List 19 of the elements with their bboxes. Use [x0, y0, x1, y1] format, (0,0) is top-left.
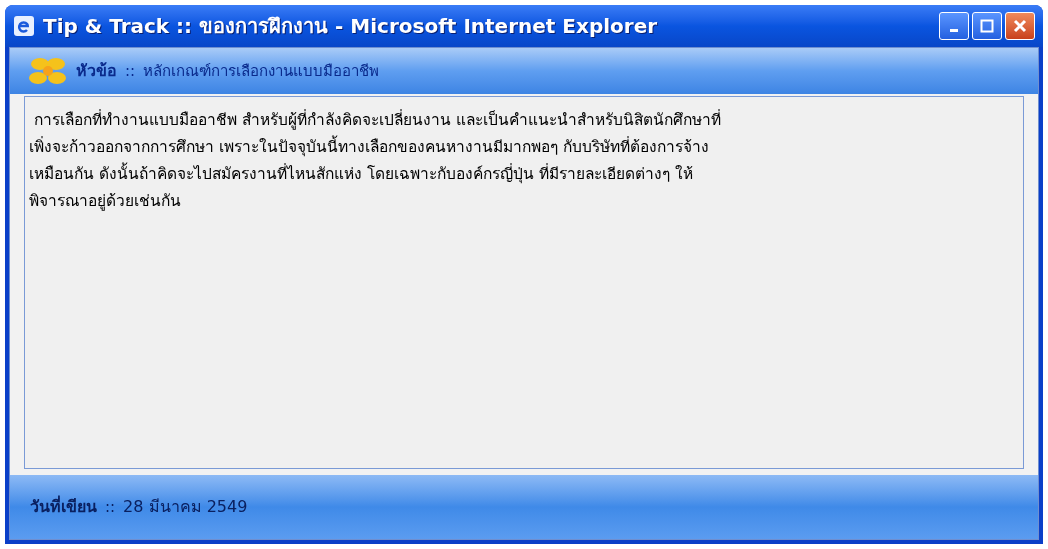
window-title: Tip & Track :: ของการฝึกงาน - Microsoft Internet Explorer [43, 13, 659, 40]
browser-icon [13, 15, 35, 37]
separator-text: :: [125, 60, 136, 82]
flower-icon [28, 55, 68, 87]
maximize-icon [980, 19, 994, 33]
date-label: วันที่เขียน [30, 495, 97, 518]
minimize-button[interactable] [939, 12, 969, 40]
topic-label: หัวข้อ [76, 60, 117, 82]
body-text-line: การเลือกที่ทำงานแบบมืออาชีพ สำหรับผู้ที่กำลังคิดจะเปลี่ยนงาน และเป็นคำแนะนำสำหรับนิสิตนักศึกษาที่ [32, 108, 722, 132]
body-text-line: พิจารณาอยู่ด้วยเช่นกัน [29, 191, 182, 213]
close-button[interactable] [1005, 12, 1035, 40]
body-text-line: เหมือนกัน ดังนั้นถ้าคิดจะไปสมัครงานที่ไหนสักแห่ง โดยเฉพาะกับองค์กรญี่ปุ่น ที่มีรายละเอียดต่างๆ ให้ [29, 161, 1019, 188]
separator-text: :: [105, 496, 116, 518]
body-text-line: เพิ่งจะก้าวออกจากการศึกษา เพราะในปัจจุบันนี้ทางเลือกของคนหางานมีมากพอๆ กับบริษัทที่ต้องการจ้าง [29, 134, 1019, 161]
maximize-button[interactable] [972, 12, 1002, 40]
minimize-icon [950, 28, 958, 32]
close-icon [1012, 18, 1028, 34]
date-text: 28 มีนาคม 2549 [123, 496, 248, 518]
topic-title: หลักเกณฑ์การเลือกงานแบบมืออาชีพ [143, 60, 380, 82]
